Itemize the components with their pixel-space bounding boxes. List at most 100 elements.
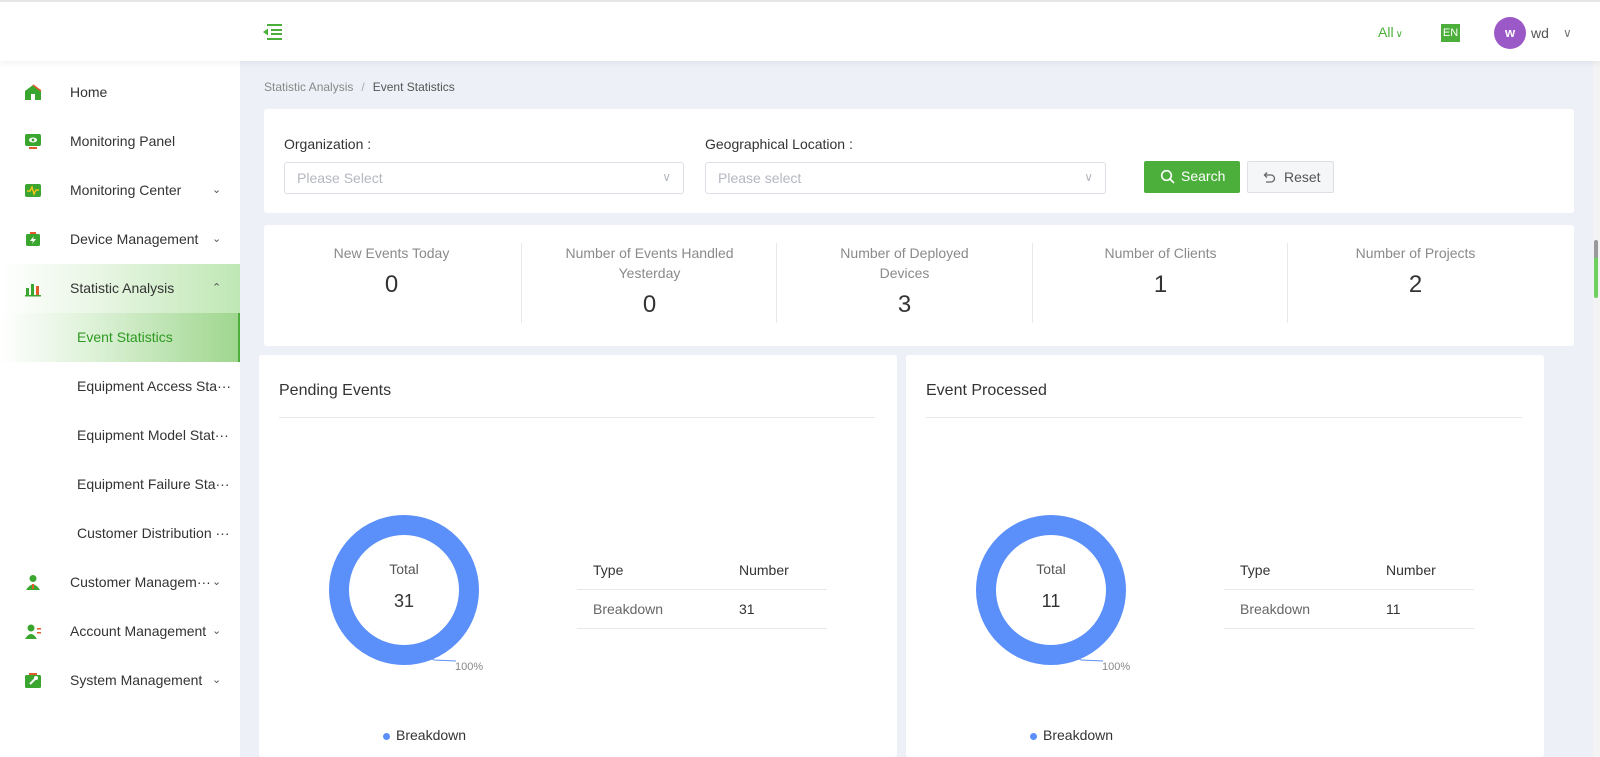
search-button[interactable]: Search <box>1144 161 1240 193</box>
organization-placeholder: Please Select <box>297 170 383 186</box>
donut-total-label: Total <box>389 561 419 577</box>
legend-dot <box>383 732 390 740</box>
donut-total-value: 31 <box>393 591 415 611</box>
bar-chart-icon <box>24 280 42 297</box>
table-header: Type Number <box>1224 551 1474 590</box>
pending-events-table: Type Number Breakdown 31 <box>577 551 827 629</box>
location-placeholder: Please select <box>718 170 802 186</box>
top-bar: All ∨ EN w wd ∨ <box>0 0 1600 61</box>
donut-percent-label: 100% <box>455 661 484 673</box>
scope-dropdown[interactable]: All ∨ <box>1378 24 1403 40</box>
column-header-type: Type <box>593 562 624 578</box>
panel-divider <box>279 417 875 418</box>
breadcrumb: Statistic Analysis / Event Statistics <box>264 80 455 94</box>
stat-projects: Number of Projects 2 <box>1288 243 1543 323</box>
organization-select[interactable]: Please Select ∨ <box>284 162 684 194</box>
sidebar-item-statistic-analysis[interactable]: Statistic Analysis ⌃ <box>0 264 240 313</box>
panel-title: Event Processed <box>926 382 1047 399</box>
reset-button[interactable]: Reset <box>1247 161 1334 193</box>
sidebar-subitem-event-statistics[interactable]: Event Statistics <box>0 313 240 362</box>
main-content: Statistic Analysis / Event Statistics Orga… <box>240 61 1600 757</box>
sidebar-subitem-label: Equipment Model Stat··· <box>77 427 229 443</box>
sidebar-subitem-label: Equipment Failure Sta··· <box>77 476 230 492</box>
stat-title: Number of Deployed Devices <box>840 245 969 281</box>
pending-events-panel: Pending Events Total 31 100% Breakdown T… <box>259 355 897 757</box>
sidebar-item-home[interactable]: Home <box>0 68 240 117</box>
cell-number: 31 <box>739 601 755 617</box>
panel-divider <box>926 417 1522 418</box>
sidebar-subitem-equipment-model[interactable]: Equipment Model Stat··· <box>0 411 240 460</box>
processed-donut-chart <box>976 515 1126 665</box>
undo-icon <box>1262 170 1276 184</box>
donut-slice-breakdown[interactable] <box>976 515 1126 665</box>
legend-label: Breakdown <box>1043 727 1114 743</box>
sidebar-item-device-management[interactable]: Device Management ⌄ <box>0 215 240 264</box>
cell-type: Breakdown <box>1240 601 1311 617</box>
pending-donut-chart <box>329 515 479 665</box>
search-icon <box>1160 169 1175 184</box>
stat-value: 2 <box>1408 271 1423 298</box>
filter-card: Organization : Please Select ∨ Geographi… <box>264 109 1574 213</box>
sidebar-item-system-management[interactable]: System Management ⌄ <box>0 656 240 705</box>
sidebar: Home Monitoring Panel Monitoring Center … <box>0 61 240 757</box>
sidebar-subitem-label: Event Statistics <box>77 329 173 345</box>
avatar[interactable]: w <box>1494 17 1526 49</box>
event-processed-table: Type Number Breakdown 11 <box>1224 551 1474 629</box>
monitor-icon <box>24 133 42 150</box>
column-header-type: Type <box>1240 562 1271 578</box>
chevron-down-icon: ⌄ <box>212 625 222 637</box>
sidebar-item-account-management[interactable]: Account Management ⌄ <box>0 607 240 656</box>
breadcrumb-parent[interactable]: Statistic Analysis <box>264 80 353 94</box>
cell-type: Breakdown <box>593 601 664 617</box>
sidebar-item-label: Device Management <box>70 231 199 247</box>
sidebar-item-label: Account Management <box>70 623 207 639</box>
language-switch[interactable]: EN <box>1441 24 1460 42</box>
donut-total-value: 11 <box>1041 591 1061 611</box>
customer-icon <box>24 574 42 591</box>
search-button-label: Search <box>1181 168 1226 184</box>
stat-title: Number of Events Handled Yesterday <box>565 245 734 281</box>
username[interactable]: wd <box>1531 25 1549 41</box>
column-header-number: Number <box>739 562 789 578</box>
stats-card: New Events Today 0 Number of Events Hand… <box>264 225 1574 346</box>
monitor-center-icon <box>24 182 42 199</box>
sidebar-item-label: Customer Managem··· <box>70 574 211 590</box>
stat-title: New Events Today <box>333 245 450 261</box>
menu-collapse-icon[interactable] <box>262 22 284 42</box>
stat-value: 3 <box>897 291 912 318</box>
chevron-down-icon: ∨ <box>1084 170 1093 184</box>
table-row: Breakdown 31 <box>577 590 827 629</box>
stat-value: 0 <box>384 271 399 298</box>
breadcrumb-separator: / <box>361 80 365 94</box>
sidebar-item-label: Statistic Analysis <box>70 280 175 296</box>
chevron-down-icon: ∨ <box>662 170 671 184</box>
sidebar-item-monitoring-panel[interactable]: Monitoring Panel <box>0 117 240 166</box>
sidebar-item-label: Monitoring Panel <box>70 133 176 149</box>
battery-icon <box>24 231 42 248</box>
scrollbar-track[interactable] <box>1593 61 1600 757</box>
breadcrumb-current: Event Statistics <box>372 80 455 94</box>
sidebar-subitem-customer-distribution[interactable]: Customer Distribution ··· <box>0 509 240 558</box>
chart-legend[interactable]: Breakdown <box>1030 727 1113 743</box>
sidebar-item-label: System Management <box>70 672 203 688</box>
stat-value: 1 <box>1153 271 1168 298</box>
home-icon <box>24 84 42 101</box>
cell-number: 11 <box>1386 601 1401 617</box>
sidebar-subitem-equipment-failure[interactable]: Equipment Failure Sta··· <box>0 460 240 509</box>
donut-total-label: Total <box>1036 561 1066 577</box>
sidebar-item-customer-management[interactable]: Customer Managem··· ⌄ <box>0 558 240 607</box>
chevron-up-icon: ⌃ <box>212 282 222 294</box>
event-processed-panel: Event Processed Total 11 100% Breakdown … <box>906 355 1544 757</box>
sidebar-item-monitoring-center[interactable]: Monitoring Center ⌄ <box>0 166 240 215</box>
table-row: Breakdown 11 <box>1224 590 1474 629</box>
chart-legend[interactable]: Breakdown <box>383 727 466 743</box>
chevron-down-icon[interactable]: ∨ <box>1563 26 1572 40</box>
donut-slice-breakdown[interactable] <box>329 515 479 665</box>
chevron-down-icon: ⌄ <box>212 233 222 245</box>
sidebar-subitem-equipment-access[interactable]: Equipment Access Sta··· <box>0 362 240 411</box>
location-select[interactable]: Please select ∨ <box>705 162 1106 194</box>
wrench-icon <box>24 672 42 689</box>
location-label: Geographical Location : <box>705 136 853 152</box>
scrollbar-thumb[interactable] <box>1594 240 1598 298</box>
legend-label: Breakdown <box>396 727 467 743</box>
